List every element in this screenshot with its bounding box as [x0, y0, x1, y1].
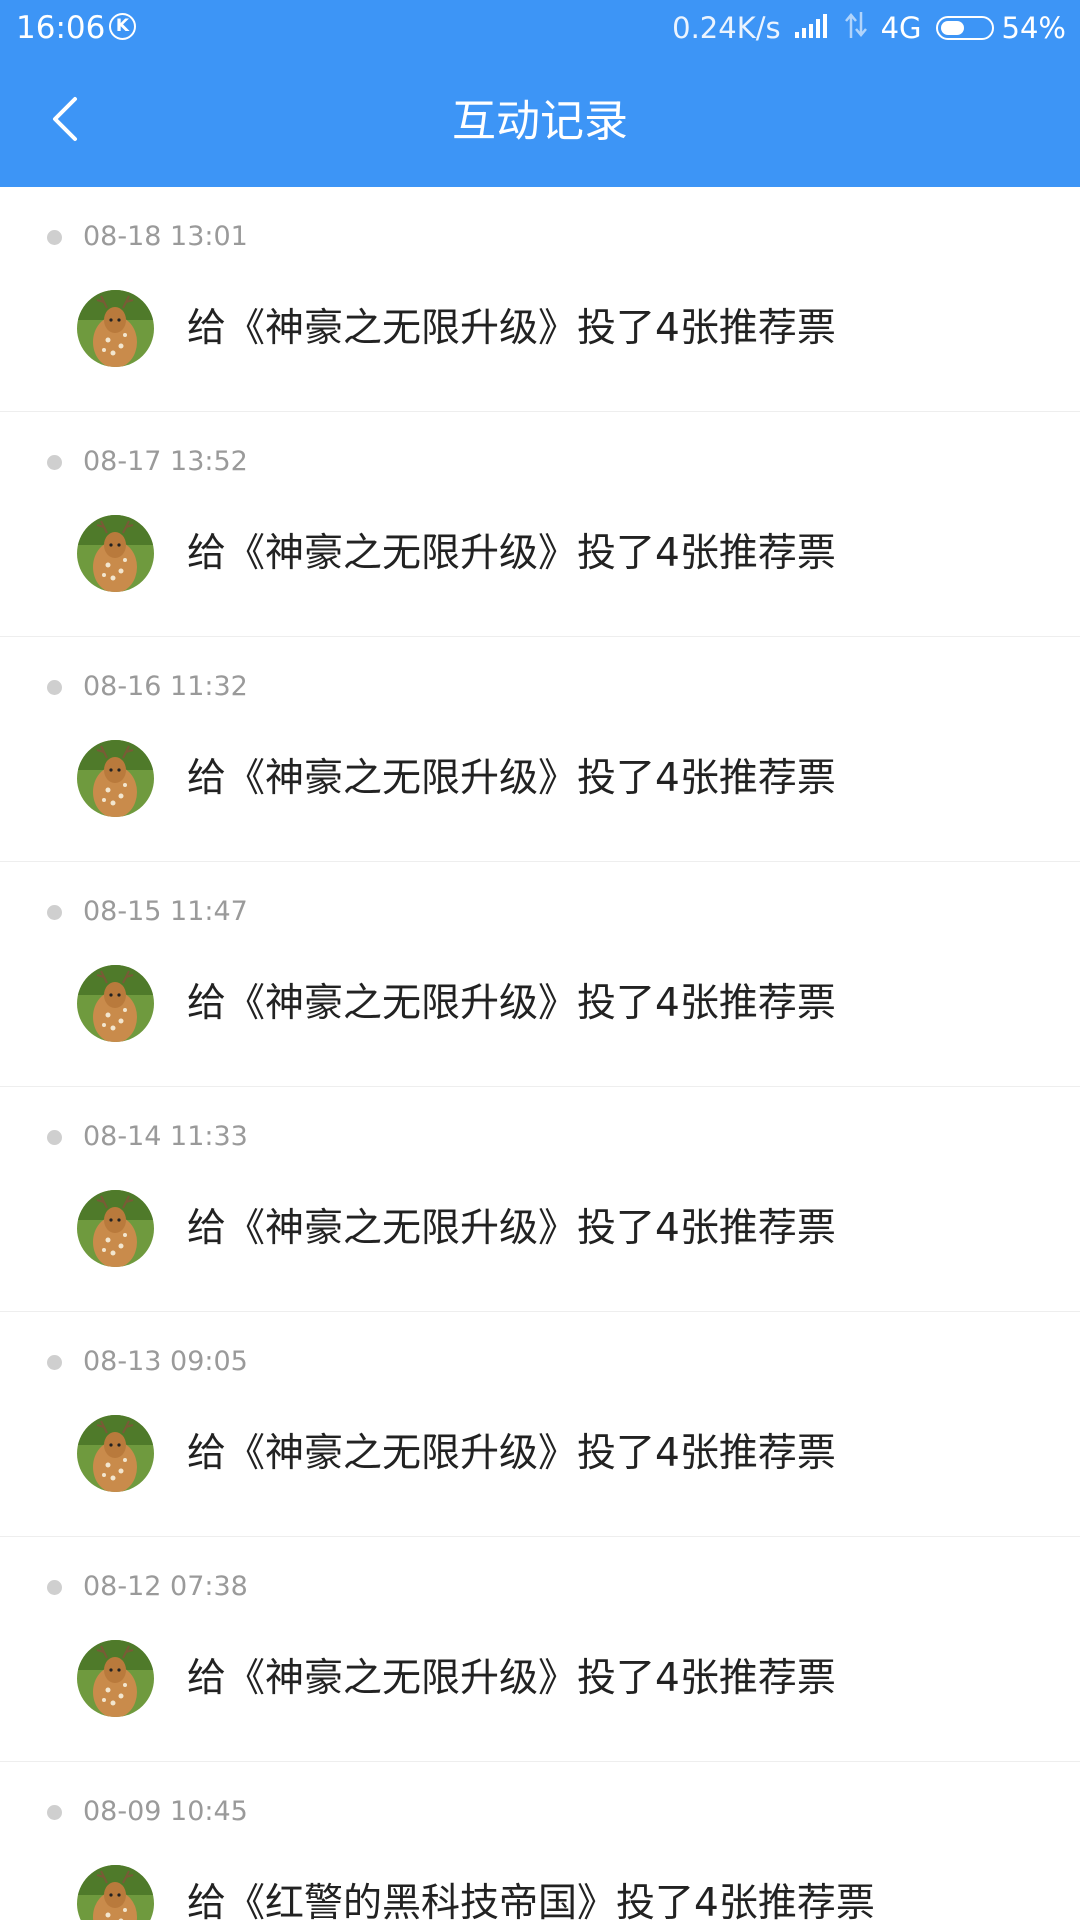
battery-level: [940, 21, 964, 35]
record-item[interactable]: 08-18 13:01 给《神豪之无限升级》投了4张推荐票: [0, 187, 1080, 412]
network-type: 4G: [880, 11, 922, 45]
record-text: 给《红警的黑科技帝国》投了4张推荐票: [187, 1881, 875, 1920]
timeline-dot: [47, 1805, 62, 1820]
timeline-dot: [47, 455, 62, 470]
record-item[interactable]: 08-14 11:33 给《神豪之无限升级》投了4张推荐票: [0, 1087, 1080, 1312]
status-time: 16:06: [16, 10, 106, 46]
record-time: 08-16 11:32: [83, 671, 248, 702]
record-text: 给《神豪之无限升级》投了4张推荐票: [187, 756, 836, 801]
avatar[interactable]: [77, 1190, 154, 1267]
record-time: 08-18 13:01: [83, 221, 248, 252]
chevron-left-icon: [45, 93, 85, 149]
record-item[interactable]: 08-15 11:47 给《神豪之无限升级》投了4张推荐票: [0, 862, 1080, 1087]
battery-percent: 54%: [1001, 11, 1066, 45]
record-time: 08-09 10:45: [83, 1796, 248, 1827]
timeline-dot: [47, 1355, 62, 1370]
record-item[interactable]: 08-13 09:05 给《神豪之无限升级》投了4张推荐票: [0, 1312, 1080, 1537]
record-time: 08-15 11:47: [83, 896, 248, 927]
timeline-dot: [47, 1130, 62, 1145]
record-text: 给《神豪之无限升级》投了4张推荐票: [187, 981, 836, 1026]
avatar[interactable]: [77, 1415, 154, 1492]
avatar[interactable]: [77, 1640, 154, 1717]
battery-icon: [935, 16, 994, 40]
timeline-dot: [47, 905, 62, 920]
avatar[interactable]: [77, 515, 154, 592]
record-time: 08-14 11:33: [83, 1121, 248, 1152]
avatar[interactable]: [77, 1865, 154, 1920]
signal-icon: [794, 11, 831, 45]
avatar[interactable]: [77, 965, 154, 1042]
record-time: 08-13 09:05: [83, 1346, 248, 1377]
record-text: 给《神豪之无限升级》投了4张推荐票: [187, 306, 836, 351]
record-time: 08-12 07:38: [83, 1571, 248, 1602]
timeline-dot: [47, 230, 62, 245]
back-button[interactable]: [30, 86, 100, 156]
battery: 54%: [935, 11, 1066, 45]
network-speed: 0.24K/s: [672, 11, 781, 45]
record-item[interactable]: 08-12 07:38 给《神豪之无限升级》投了4张推荐票: [0, 1537, 1080, 1762]
timeline-dot: [47, 1580, 62, 1595]
avatar[interactable]: [77, 290, 154, 367]
app-bar: 互动记录: [0, 56, 1080, 187]
page-title: 互动记录: [452, 96, 628, 147]
record-item[interactable]: 08-17 13:52 给《神豪之无限升级》投了4张推荐票: [0, 412, 1080, 637]
status-indicators: 0.24K/s 4G 54%: [672, 8, 1066, 48]
record-text: 给《神豪之无限升级》投了4张推荐票: [187, 1431, 836, 1476]
data-transfer-icon: [844, 11, 867, 45]
record-text: 给《神豪之无限升级》投了4张推荐票: [187, 1656, 836, 1701]
record-text: 给《神豪之无限升级》投了4张推荐票: [187, 531, 836, 576]
record-time: 08-17 13:52: [83, 446, 248, 477]
record-text: 给《神豪之无限升级》投了4张推荐票: [187, 1206, 836, 1251]
status-bar: 16:06 K 0.24K/s 4G 54%: [0, 0, 1080, 56]
interaction-records-screen: 16:06 K 0.24K/s 4G 54% 互动记录 08-18 13:01 …: [0, 0, 1080, 1920]
record-item[interactable]: 08-09 10:45 给《红警的黑科技帝国》投了4张推荐票: [0, 1762, 1080, 1920]
avatar[interactable]: [77, 740, 154, 817]
record-list: 08-18 13:01 给《神豪之无限升级》投了4张推荐票 08-17 13:5…: [0, 187, 1080, 1920]
record-item[interactable]: 08-16 11:32 给《神豪之无限升级》投了4张推荐票: [0, 637, 1080, 862]
app-notification-icon: K: [109, 13, 136, 40]
timeline-dot: [47, 680, 62, 695]
